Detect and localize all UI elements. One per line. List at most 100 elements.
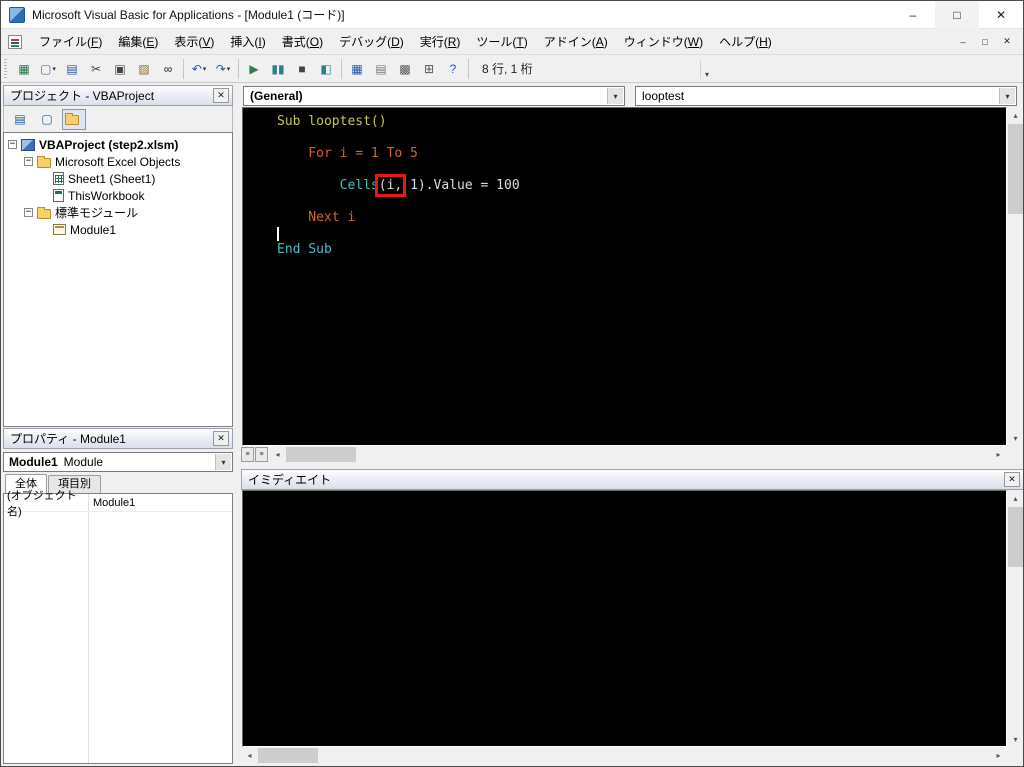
paste-icon[interactable]: ▨	[132, 57, 156, 81]
properties-panel-close-button[interactable]: ✕	[213, 431, 229, 446]
menu-item-view[interactable]: 表示(V)	[166, 29, 222, 55]
tree-item-thisworkbook[interactable]: ThisWorkbook	[4, 187, 232, 204]
tree-item-vbaproject-root[interactable]: − VBAProject (step2.xlsm)	[4, 136, 232, 153]
mdi-restore-button[interactable]: □	[975, 33, 995, 51]
mdi-close-button[interactable]: ✕	[997, 33, 1017, 51]
workspace: プロジェクト - VBAProject ✕ ▤ ▢ − VBAProject (st…	[1, 83, 1023, 766]
immediate-panel-close-button[interactable]: ✕	[1004, 472, 1020, 487]
property-row[interactable]: (オブジェクト名) Module1	[4, 490, 232, 518]
scrollbar-thumb[interactable]	[258, 748, 318, 763]
menu-item-run[interactable]: 実行(R)	[412, 29, 469, 55]
chevron-down-icon[interactable]: ▾	[52, 65, 56, 73]
menu-item-format[interactable]: 書式(O)	[274, 29, 331, 55]
menu-item-help[interactable]: ヘルプ(H)	[711, 29, 780, 55]
tree-item-label: Sheet1 (Sheet1)	[68, 171, 156, 186]
insert-userform-icon[interactable]: ▢ ▾	[36, 57, 60, 81]
minimize-button[interactable]: –	[891, 1, 935, 29]
scrollbar-thumb[interactable]	[286, 447, 356, 462]
standard-toolbar: ▦ ▢ ▾ ▤ ✂ ▣ ▨ ∞ ↶ ▾ ↷ ▾ ▶ ▮▮ ■ ◧ ▦ ▤ ▩ ⊞? 8 行, 1 桁 ▾	[1, 55, 1023, 83]
cut-icon[interactable]: ✂	[84, 57, 108, 81]
menu-item-insert[interactable]: 挿入(I)	[222, 29, 273, 55]
chevron-down-icon[interactable]: ▾	[203, 65, 207, 73]
scroll-up-icon[interactable]: ▴	[1007, 490, 1023, 506]
toolbar-options-icon[interactable]: ▾	[700, 60, 713, 79]
copy-icon[interactable]: ▣	[108, 57, 132, 81]
design-mode-icon[interactable]: ◧	[314, 57, 338, 81]
toolbar-grip[interactable]	[4, 58, 7, 79]
scroll-left-icon[interactable]: ◂	[269, 447, 286, 463]
redo-icon[interactable]: ↷ ▾	[211, 57, 235, 81]
menu-item-addins[interactable]: アドイン(A)	[536, 29, 616, 55]
chevron-down-icon[interactable]: ▾	[999, 88, 1015, 104]
tree-item-label: ThisWorkbook	[68, 188, 145, 203]
mdi-minimize-button[interactable]: –	[953, 33, 973, 51]
object-browser-icon[interactable]: ▩	[393, 57, 417, 81]
immediate-window: イミディエイト ✕ ▴ ▾ ◂ ▸	[241, 469, 1023, 764]
module-icon	[53, 224, 66, 235]
tree-item-modules-folder[interactable]: − 標準モジュール	[4, 204, 232, 221]
properties-window-icon[interactable]: ▤	[369, 57, 393, 81]
scroll-right-icon[interactable]: ▸	[990, 447, 1007, 463]
view-code-icon[interactable]: ▤	[8, 109, 32, 130]
scroll-down-icon[interactable]: ▾	[1007, 731, 1023, 747]
tree-item-label: Microsoft Excel Objects	[55, 154, 181, 169]
toolbox-icon[interactable]: ⊞	[417, 57, 441, 81]
tree-item-excel-objects-folder[interactable]: − Microsoft Excel Objects	[4, 153, 232, 170]
scroll-down-icon[interactable]: ▾	[1007, 430, 1023, 446]
full-module-view-button[interactable]: ≡	[255, 447, 268, 462]
toolbar-separator	[341, 58, 342, 79]
menu-item-window[interactable]: ウィンドウ(W)	[616, 29, 711, 55]
code-horizontal-scrollbar[interactable]: ≡ ≡ ◂ ▸	[241, 446, 1007, 463]
collapse-expander-icon[interactable]: −	[24, 157, 33, 166]
project-explorer-icon[interactable]: ▦	[345, 57, 369, 81]
undo-icon[interactable]: ↶ ▾	[187, 57, 211, 81]
run-icon[interactable]: ▶	[242, 57, 266, 81]
property-name: (オブジェクト名)	[7, 489, 77, 518]
code-window: (General) ▾ looptest ▾ Sub looptest() Fo…	[241, 85, 1023, 463]
scroll-right-icon[interactable]: ▸	[990, 748, 1007, 764]
object-dropdown[interactable]: (General) ▾	[243, 86, 625, 106]
code-vertical-scrollbar[interactable]: ▴ ▾	[1007, 107, 1023, 446]
collapse-expander-icon[interactable]: −	[8, 140, 17, 149]
view-excel-icon[interactable]: ▦	[12, 57, 36, 81]
properties-object-dropdown[interactable]: Module1 Module ▾	[3, 452, 233, 472]
project-tree[interactable]: − VBAProject (step2.xlsm) − Microsoft Excel…	[3, 132, 233, 427]
view-object-icon[interactable]: ▢	[35, 109, 59, 130]
chevron-down-icon[interactable]: ▾	[227, 65, 231, 73]
immediate-horizontal-scrollbar[interactable]: ◂ ▸	[241, 747, 1007, 764]
tree-item-label: 標準モジュール	[55, 206, 139, 220]
break-icon[interactable]: ▮▮	[266, 57, 290, 81]
maximize-button[interactable]: □	[935, 1, 979, 29]
procedure-view-button[interactable]: ≡	[241, 447, 254, 462]
menu-item-edit[interactable]: 編集(E)	[110, 29, 166, 55]
immediate-content[interactable]	[242, 490, 1007, 747]
project-panel-close-button[interactable]: ✕	[213, 88, 229, 103]
chevron-down-icon[interactable]: ▾	[607, 88, 623, 104]
close-button[interactable]: ✕	[979, 1, 1023, 29]
title-bar[interactable]: Microsoft Visual Basic for Applications …	[1, 1, 1023, 29]
menu-item-file[interactable]: ファイル(F)	[31, 29, 110, 55]
immediate-vertical-scrollbar[interactable]: ▴ ▾	[1007, 490, 1023, 747]
project-panel-header: プロジェクト - VBAProject ✕	[3, 85, 233, 106]
collapse-expander-icon[interactable]: −	[24, 208, 33, 217]
help-icon[interactable]: ?	[441, 57, 465, 81]
reset-icon[interactable]: ■	[290, 57, 314, 81]
scroll-left-icon[interactable]: ◂	[241, 748, 258, 764]
procedure-dropdown[interactable]: looptest ▾	[635, 86, 1017, 106]
save-icon[interactable]: ▤	[60, 57, 84, 81]
module-document-icon[interactable]	[8, 34, 22, 49]
scroll-up-icon[interactable]: ▴	[1007, 107, 1023, 123]
menu-item-tools[interactable]: ツール(T)	[468, 29, 535, 55]
chevron-down-icon[interactable]: ▾	[215, 454, 231, 470]
menu-item-debug[interactable]: デバッグ(D)	[331, 29, 412, 55]
scrollbar-thumb[interactable]	[1008, 124, 1023, 214]
scrollbar-thumb[interactable]	[1008, 507, 1023, 567]
code-editor[interactable]: Sub looptest() For i = 1 To 5 Cells(i, 1…	[242, 107, 1007, 446]
find-icon[interactable]: ∞	[156, 57, 180, 81]
tree-item-sheet1[interactable]: Sheet1 (Sheet1)	[4, 170, 232, 187]
tree-item-module1[interactable]: Module1	[4, 221, 232, 238]
toggle-folders-icon[interactable]	[62, 108, 86, 130]
